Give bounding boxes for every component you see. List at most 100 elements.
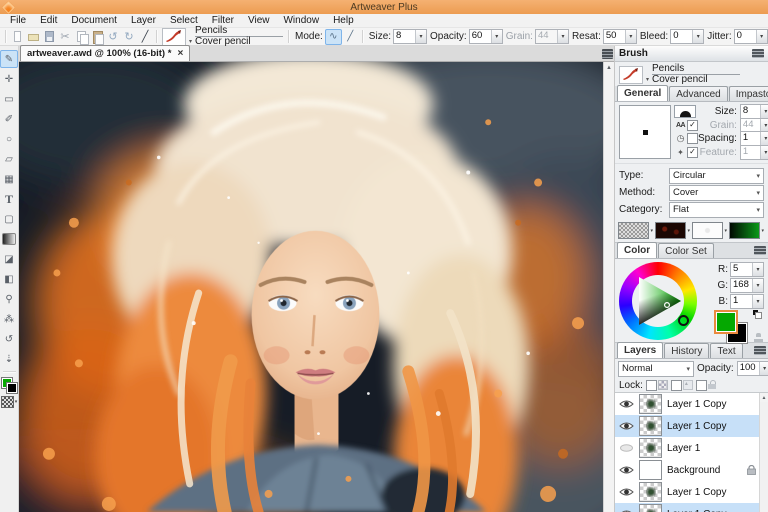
new-document-icon[interactable]: [10, 29, 25, 44]
spinner-dropdown-arrow[interactable]: [556, 30, 568, 43]
add-to-colorset-icon[interactable]: [754, 333, 764, 342]
channel-spinner[interactable]: 168: [730, 278, 764, 293]
paste-icon[interactable]: [90, 29, 105, 45]
swatch-dropdown-arrow[interactable]: ▾: [724, 228, 727, 234]
spray-tool[interactable]: ⁂: [0, 310, 18, 328]
panel-menu-icon[interactable]: [754, 346, 766, 355]
parameter-spinner[interactable]: 0: [733, 29, 768, 44]
move-tool[interactable]: ✛: [0, 70, 18, 88]
brush-panel-header[interactable]: Brush: [615, 46, 768, 62]
parameter-spinner[interactable]: 60: [468, 29, 503, 44]
menu-item[interactable]: File: [3, 14, 33, 27]
layer-thumbnail[interactable]: [639, 394, 662, 414]
menu-item[interactable]: Help: [326, 14, 361, 27]
background-color-swatch[interactable]: [6, 382, 18, 394]
preset-dropdown-arrow[interactable]: ▾: [189, 38, 192, 45]
gradient-tool[interactable]: [2, 233, 16, 245]
parameter-spinner[interactable]: 8: [393, 29, 428, 44]
layer-row[interactable]: Layer 1 Copy: [615, 415, 759, 437]
layer-visibility-toggle[interactable]: [618, 443, 634, 453]
preset-dropdown-arrow[interactable]: ▾: [646, 76, 649, 83]
select-dropdown-arrow[interactable]: [756, 170, 760, 181]
layer-opacity-spinner[interactable]: 100: [736, 361, 768, 376]
brush-panel-tab[interactable]: General: [617, 85, 669, 101]
pencil-tool[interactable]: ✐: [0, 110, 18, 128]
panel-menu-icon[interactable]: [752, 49, 764, 58]
line-tool-icon[interactable]: ╱: [138, 29, 153, 44]
layer-row[interactable]: Layer 1 Copy: [615, 503, 759, 512]
layers-panel-tab[interactable]: Text: [710, 343, 743, 358]
brush-field-icon[interactable]: [674, 122, 687, 129]
redo-icon[interactable]: ↻: [122, 29, 137, 44]
spinner-dropdown-arrow[interactable]: [759, 145, 768, 159]
brush-preset-icon[interactable]: ▾: [619, 65, 649, 84]
lock-transparency-checkbox[interactable]: [645, 379, 657, 391]
channel-spinner[interactable]: 1: [730, 294, 764, 309]
pattern-stamp-tool[interactable]: ▦: [0, 170, 18, 188]
color-panel-fg-bg[interactable]: [714, 310, 763, 344]
layer-visibility-toggle[interactable]: [618, 421, 634, 431]
brush-panel-tab[interactable]: Impasto: [728, 86, 768, 101]
parameter-spinner[interactable]: 44: [534, 29, 569, 44]
layer-thumbnail[interactable]: [639, 438, 662, 458]
color-wheel[interactable]: [619, 262, 697, 340]
text-tool[interactable]: T: [0, 190, 18, 208]
rotate-tool[interactable]: ↺: [0, 330, 18, 348]
spinner-dropdown-arrow[interactable]: [752, 263, 763, 276]
spinner-dropdown-arrow[interactable]: [755, 30, 767, 43]
spinner-dropdown-arrow[interactable]: [624, 30, 636, 43]
selection-tool[interactable]: ▭: [0, 90, 18, 108]
brush-field-spinner[interactable]: 1: [739, 144, 768, 160]
open-document-icon[interactable]: [26, 29, 41, 44]
brush-field-icon[interactable]: [674, 133, 687, 144]
texture-swatch[interactable]: ▾: [618, 222, 654, 239]
freehand-mode-icon[interactable]: ∿: [324, 28, 342, 45]
menu-item[interactable]: Layer: [124, 14, 163, 27]
copy-icon[interactable]: [74, 29, 89, 45]
brush-select[interactable]: Cover: [669, 184, 764, 201]
blend-mode-select[interactable]: Normal: [618, 360, 694, 377]
lock-all-checkbox[interactable]: [695, 379, 707, 391]
brush-select[interactable]: Circular: [669, 167, 764, 184]
layer-thumbnail[interactable]: [639, 416, 662, 436]
layer-thumbnail[interactable]: [639, 460, 662, 480]
canvas-artwork[interactable]: [19, 62, 603, 512]
layer-thumbnail[interactable]: [639, 504, 662, 512]
pattern-chip[interactable]: [0, 396, 14, 408]
gradient-swatch[interactable]: ▾: [729, 222, 765, 239]
swatch-dropdown-arrow[interactable]: ▾: [650, 228, 653, 234]
spinner-dropdown-arrow[interactable]: [752, 295, 763, 308]
spinner-dropdown-arrow[interactable]: [759, 132, 768, 146]
foreground-background-colors[interactable]: [1, 377, 18, 394]
picker-tool[interactable]: ⇣: [0, 350, 18, 368]
layer-row[interactable]: Layer 1: [615, 437, 759, 459]
layers-panel-tab[interactable]: History: [664, 343, 710, 358]
layer-visibility-toggle[interactable]: [618, 399, 634, 409]
layer-row[interactable]: Background: [615, 459, 759, 481]
shape-tool[interactable]: ▢: [0, 210, 18, 228]
crop-tool[interactable]: ▱: [0, 150, 18, 168]
canvas-vertical-scrollbar[interactable]: ▲: [603, 62, 614, 512]
pattern-dropdown-arrow[interactable]: ▾: [15, 399, 18, 405]
menu-item[interactable]: Window: [276, 14, 326, 27]
brush-preset-row[interactable]: ▾ Pencils Cover pencil: [615, 62, 768, 86]
swatch-dropdown-arrow[interactable]: ▾: [687, 228, 690, 234]
straight-line-mode-icon[interactable]: ╱: [342, 29, 359, 45]
panel-menu-icon[interactable]: [754, 246, 766, 255]
zoom-tool[interactable]: ⚲: [0, 290, 18, 308]
layers-panel-tab[interactable]: Layers: [617, 342, 664, 358]
document-tab[interactable]: artweaver.awd @ 100% (16-bit) * ×: [20, 45, 191, 61]
spinner-dropdown-arrow[interactable]: [759, 118, 768, 132]
brush-field-icon[interactable]: [674, 148, 687, 157]
eraser-tool[interactable]: ◪: [0, 250, 18, 268]
color-panel-tab[interactable]: Color: [617, 242, 658, 258]
swatch-dropdown-arrow[interactable]: ▾: [761, 228, 764, 234]
spinner-dropdown-arrow[interactable]: [692, 30, 704, 43]
parameter-spinner[interactable]: 0: [670, 29, 705, 44]
layer-thumbnail[interactable]: [639, 482, 662, 502]
scroll-up-arrow[interactable]: ▲: [760, 393, 768, 402]
select-dropdown-arrow[interactable]: [686, 363, 690, 374]
paper-swatch[interactable]: ▾: [692, 222, 728, 239]
menu-item[interactable]: View: [241, 14, 277, 27]
spinner-dropdown-arrow[interactable]: [752, 279, 763, 292]
